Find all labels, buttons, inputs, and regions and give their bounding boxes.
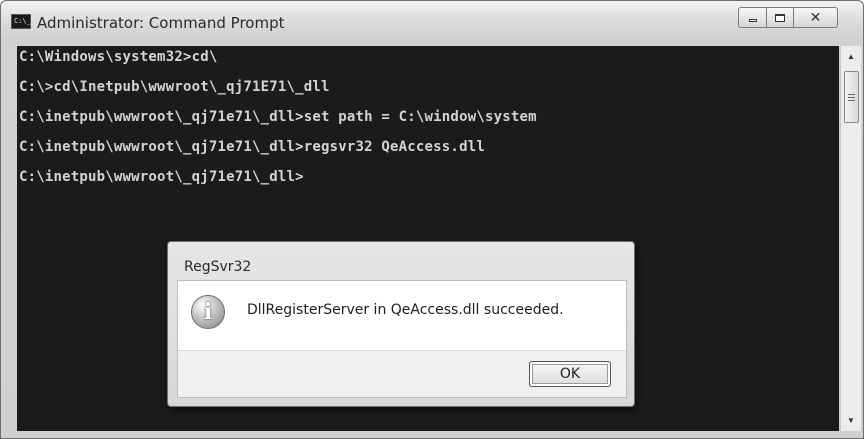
scroll-down-arrow-icon[interactable]: ▼ (841, 412, 861, 429)
minimize-icon (748, 19, 757, 22)
command-prompt-icon[interactable]: C:\_ (11, 14, 31, 29)
console-line: C:\Windows\system32>cd\ (19, 49, 218, 65)
console-line: C:\inetpub\wwwroot\_qj71e71\_dll>regsvr3… (19, 139, 485, 155)
minimize-button[interactable] (738, 7, 767, 28)
console-line: C:\inetpub\wwwroot\_qj71e71\_dll>set pat… (19, 109, 537, 125)
maximize-button[interactable] (767, 7, 794, 28)
vertical-scrollbar[interactable]: ▲ ▼ (840, 46, 861, 431)
dialog-title: RegSvr32 (184, 259, 252, 275)
window-title: Administrator: Command Prompt (37, 14, 285, 32)
close-icon: ✕ (809, 9, 822, 26)
maximize-icon (775, 13, 785, 22)
dialog-footer: OK (178, 350, 626, 397)
app-icon-text: C:\_ (14, 17, 31, 25)
console-line: C:\>cd\Inetpub\wwwroot\_qj71E71\_dll (19, 79, 330, 95)
info-icon: i (191, 295, 225, 329)
grip-icon (848, 93, 855, 101)
console-line: C:\inetpub\wwwroot\_qj71e71\_dll> (19, 169, 304, 185)
ok-button[interactable]: OK (529, 361, 611, 387)
scroll-up-arrow-icon[interactable]: ▲ (841, 48, 861, 65)
dialog-message: DllRegisterServer in QeAccess.dll succee… (247, 302, 564, 318)
close-button[interactable]: ✕ (794, 7, 838, 28)
title-bar[interactable]: C:\_ Administrator: Command Prompt ✕ (1, 1, 863, 45)
regsvr32-dialog: RegSvr32 i DllRegisterServer in QeAccess… (167, 241, 635, 407)
dialog-body: i DllRegisterServer in QeAccess.dll succ… (177, 280, 627, 398)
scroll-thumb[interactable] (844, 71, 859, 123)
